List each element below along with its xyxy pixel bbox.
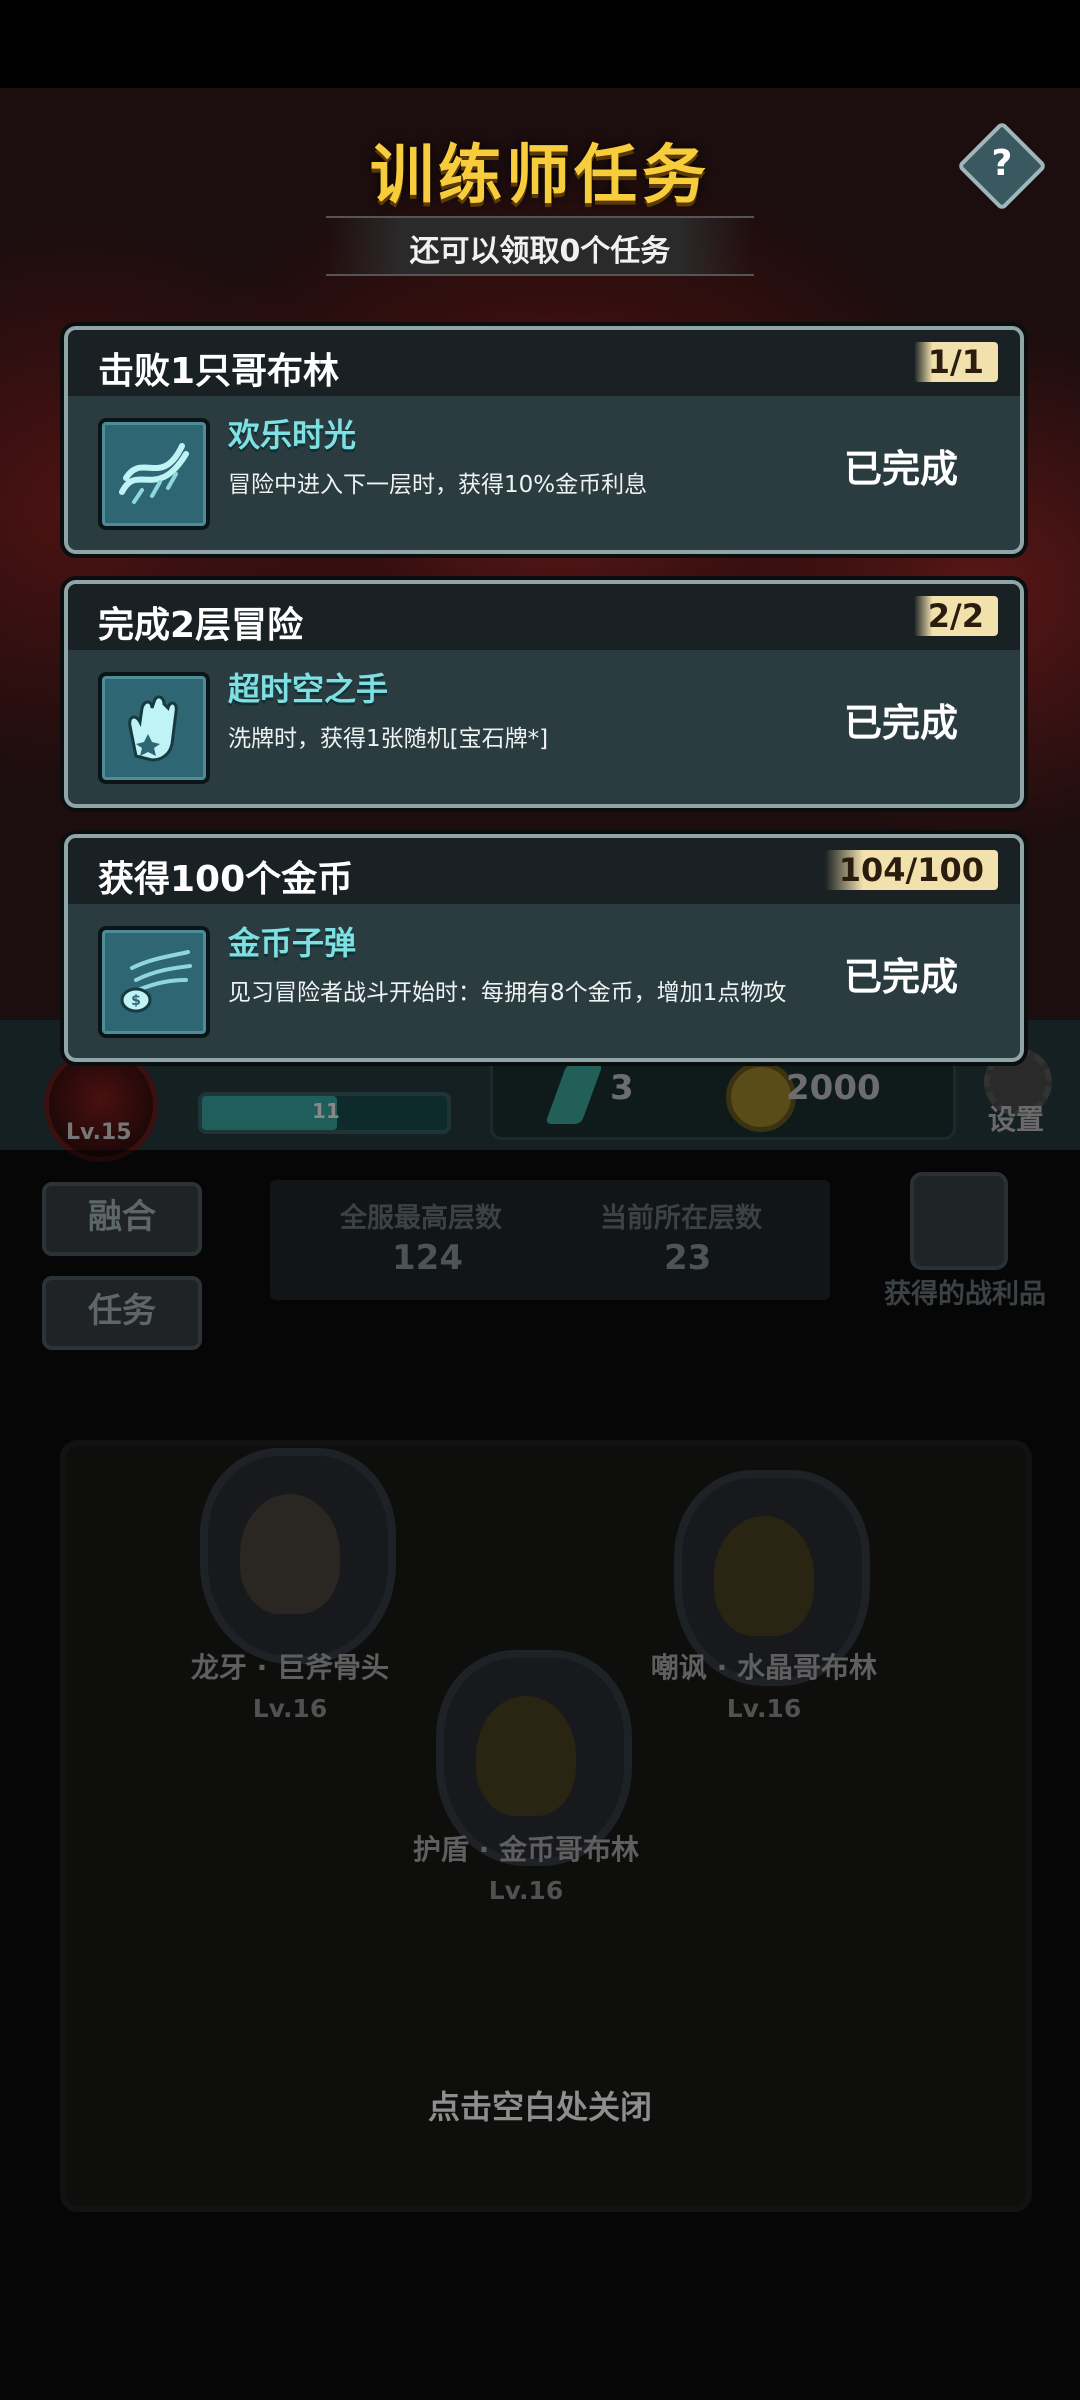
player-hp-value: 11 — [312, 1099, 340, 1123]
coin-count: 2000 — [786, 1068, 881, 1108]
task-card: 完成2层冒险 2/2 超时空之手 洗牌时，获得1张随机[宝石牌*] 已完成 — [64, 580, 1024, 808]
help-button[interactable]: ? — [970, 134, 1034, 198]
gauntlet-icon[interactable] — [98, 672, 210, 784]
close-hint[interactable]: 点击空白处关闭 — [0, 2082, 1080, 2128]
task-card-header: 击败1只哥布林 1/1 — [68, 330, 1020, 396]
unit-level: Lv.16 — [726, 1694, 802, 1723]
task-title: 获得100个金币 — [98, 859, 354, 900]
crystal-count: 3 — [610, 1068, 634, 1108]
reward-description: 洗牌时，获得1张随机[宝石牌*] — [228, 726, 549, 752]
reward-description: 冒险中进入下一层时，获得10%金币利息 — [228, 472, 648, 498]
skull-icon — [240, 1494, 340, 1614]
settings-button[interactable]: 设置 — [988, 1098, 1044, 1138]
unit-level: Lv.16 — [252, 1694, 328, 1723]
treasure-chest-icon[interactable] — [910, 1172, 1008, 1270]
reward-description: 见习冒险者战斗开始时：每拥有8个金币，增加1点物攻 — [228, 980, 787, 1006]
reward-name: 超时空之手 — [228, 670, 389, 708]
task-card: 击败1只哥布林 1/1 欢乐时光 冒险中进入下一层时，获得10%金币利息 已完成 — [64, 326, 1024, 554]
loot-label[interactable]: 获得的战利品 — [884, 1272, 1046, 1311]
task-status: 已完成 — [844, 955, 959, 999]
page-title: 训练师任务 — [370, 139, 710, 213]
current-floor-label: 当前所在层数 — [600, 1203, 762, 1234]
svg-text:$: $ — [131, 993, 141, 1009]
player-level: Lv.15 — [66, 1120, 132, 1145]
status-bar — [0, 0, 1080, 88]
goblin-icon — [476, 1696, 576, 1816]
unit-card[interactable]: 龙牙 · 巨斧骨头 Lv.16 — [190, 1448, 396, 1723]
task-card: 获得100个金币 104/100 $ 金币子弹 见习冒险者战斗开始时：每拥有8个… — [64, 834, 1024, 1062]
goblin-icon — [714, 1516, 814, 1636]
player-hp-bar: 11 — [198, 1092, 451, 1134]
task-progress: 2/2 — [913, 596, 998, 636]
task-status: 已完成 — [844, 447, 959, 491]
unit-name: 嘲讽 · 水晶哥布林 — [650, 1651, 878, 1684]
subtitle-banner: 还可以领取0个任务 — [326, 216, 754, 276]
server-best-value: 124 — [392, 1238, 463, 1278]
reward-name: 欢乐时光 — [228, 416, 357, 454]
unit-level: Lv.16 — [488, 1876, 564, 1905]
unit-card[interactable]: 嘲讽 · 水晶哥布林 Lv.16 — [651, 1470, 877, 1723]
task-status: 已完成 — [844, 701, 959, 745]
coin-bullet-icon[interactable]: $ — [98, 926, 210, 1038]
current-floor-value: 23 — [664, 1238, 712, 1278]
fusion-button[interactable]: 融合 — [42, 1182, 202, 1256]
unit-name: 龙牙 · 巨斧骨头 — [190, 1651, 390, 1684]
tasks-button[interactable]: 任务 — [42, 1276, 202, 1350]
task-progress: 1/1 — [913, 342, 998, 382]
task-title: 完成2层冒险 — [98, 605, 304, 646]
scroll-icon[interactable] — [98, 418, 210, 530]
remaining-tasks-text: 还可以领取0个任务 — [409, 234, 671, 269]
unit-card[interactable]: 护盾 · 金币哥布林 Lv.16 — [413, 1650, 639, 1905]
server-best-label: 全服最高层数 — [340, 1203, 502, 1234]
task-title: 击败1只哥布林 — [98, 351, 340, 392]
task-progress: 104/100 — [824, 850, 998, 890]
task-card-header: 获得100个金币 104/100 — [68, 838, 1020, 904]
task-card-header: 完成2层冒险 2/2 — [68, 584, 1020, 650]
reward-name: 金币子弹 — [228, 924, 357, 962]
unit-name: 护盾 · 金币哥布林 — [412, 1833, 640, 1866]
